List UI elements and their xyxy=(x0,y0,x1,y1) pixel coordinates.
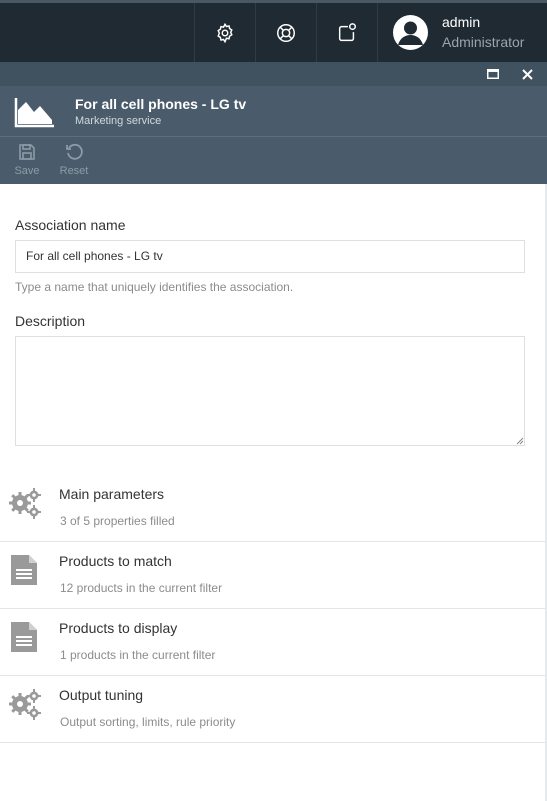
widget-products-to-match[interactable]: Products to match 12 products in the cur… xyxy=(0,542,545,609)
document-icon xyxy=(11,555,37,585)
settings-button[interactable] xyxy=(194,3,255,62)
user-menu[interactable]: admin Administrator xyxy=(377,3,547,62)
association-name-input[interactable]: For all cell phones - LG tv xyxy=(15,240,525,273)
settings-icon xyxy=(217,22,233,43)
notifications-icon xyxy=(338,22,356,41)
widget-subtitle: Output sorting, limits, rule priority xyxy=(60,715,236,729)
blade-header: For all cell phones - LG tv Marketing se… xyxy=(0,86,547,136)
widget-title: Products to display xyxy=(59,620,178,636)
blade-toolbar: Save Reset xyxy=(0,136,547,184)
user-role: Administrator xyxy=(442,34,525,50)
reset-label: Reset xyxy=(59,165,89,177)
blade-window-bar xyxy=(0,62,547,86)
gears-icon xyxy=(9,488,41,519)
gears-icon xyxy=(9,689,41,720)
save-label: Save xyxy=(14,165,40,177)
reset-button[interactable]: Reset xyxy=(54,143,94,177)
widget-subtitle: 12 products in the current filter xyxy=(60,581,223,595)
association-name-hint: Type a name that uniquely identifies the… xyxy=(15,280,294,294)
blade-subtitle: Marketing service xyxy=(75,115,162,127)
widget-subtitle: 3 of 5 properties filled xyxy=(60,514,175,528)
association-name-label: Association name xyxy=(15,217,126,233)
widget-products-to-display[interactable]: Products to display 1 products in the cu… xyxy=(0,609,545,676)
user-name: admin xyxy=(442,14,481,30)
description-textarea[interactable] xyxy=(15,336,525,446)
reset-icon xyxy=(66,143,83,160)
save-icon xyxy=(19,144,35,160)
maximize-button[interactable] xyxy=(485,66,501,82)
top-bar: admin Administrator xyxy=(0,0,547,62)
help-button[interactable] xyxy=(255,3,316,62)
save-button[interactable]: Save xyxy=(7,143,47,177)
resize-handle-icon[interactable] xyxy=(516,437,524,445)
description-label: Description xyxy=(15,313,86,329)
blade-content: Association name For all cell phones - L… xyxy=(0,184,547,801)
widget-title: Products to match xyxy=(59,553,172,569)
widget-main-parameters[interactable]: Main parameters 3 of 5 properties filled xyxy=(0,475,545,542)
notifications-button[interactable] xyxy=(316,3,377,62)
help-lifebuoy-icon xyxy=(277,23,295,42)
close-icon xyxy=(521,68,533,80)
document-icon xyxy=(11,622,37,652)
avatar xyxy=(393,15,428,50)
widget-subtitle: 1 products in the current filter xyxy=(60,648,216,662)
area-chart-icon xyxy=(14,98,54,128)
widget-title: Main parameters xyxy=(59,486,165,502)
close-button[interactable] xyxy=(519,66,535,82)
maximize-icon xyxy=(487,69,499,79)
widget-title: Output tuning xyxy=(59,687,144,703)
widget-output-tuning[interactable]: Output tuning Output sorting, limits, ru… xyxy=(0,676,545,743)
blade-title: For all cell phones - LG tv xyxy=(75,96,247,112)
